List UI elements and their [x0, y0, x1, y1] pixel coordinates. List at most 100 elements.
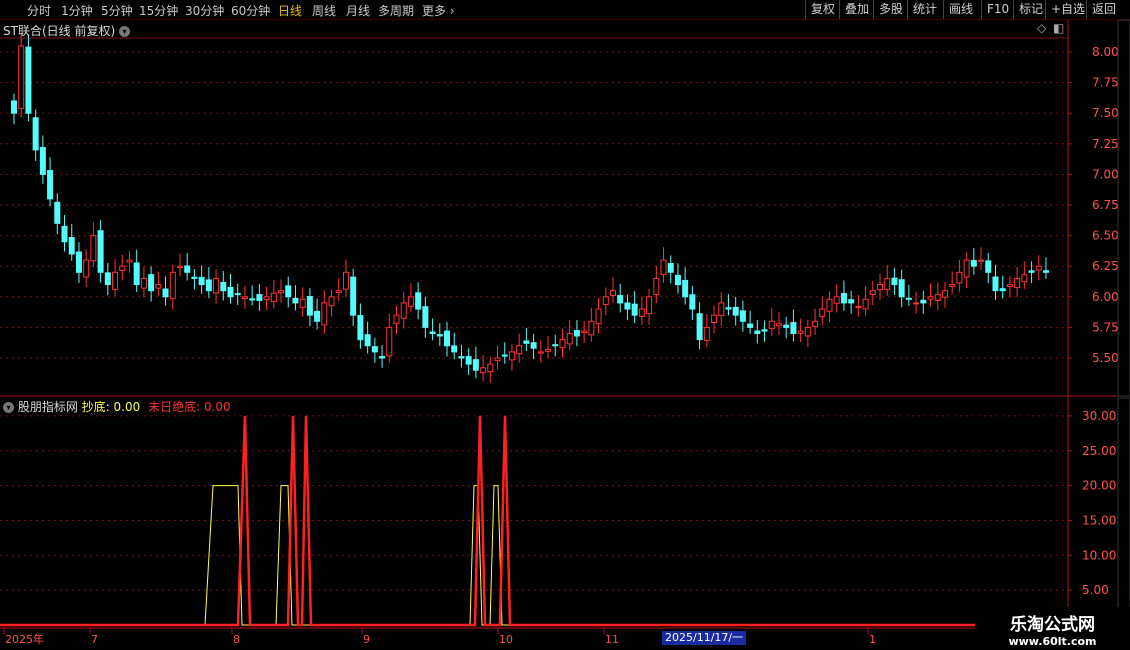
- candle-body: [638, 308, 645, 317]
- candle-body: [516, 345, 523, 355]
- date-tick-label: 10: [499, 633, 513, 646]
- candle-body: [436, 334, 443, 337]
- candle-body: [927, 296, 934, 300]
- candle-body: [1035, 265, 1042, 271]
- candle-body: [39, 147, 46, 175]
- candle-body: [768, 320, 775, 329]
- candle-body: [660, 259, 667, 275]
- candle-body: [537, 351, 544, 354]
- candle-body: [970, 260, 977, 267]
- candle-body: [1028, 270, 1035, 273]
- candle-body: [963, 259, 970, 278]
- side-panel: [1117, 19, 1130, 397]
- candle-body: [342, 271, 349, 290]
- candle-body: [112, 271, 119, 290]
- candle-body: [292, 297, 299, 304]
- candle-body: [739, 310, 746, 322]
- chevron-down-icon[interactable]: ▾: [118, 26, 130, 37]
- date-tick-label: 1: [869, 633, 876, 646]
- candle-body: [25, 46, 32, 114]
- candle-body: [83, 259, 90, 278]
- price-tick-label: 5.75: [1092, 320, 1119, 334]
- price-tick-label: 7.00: [1092, 167, 1119, 181]
- candle-body: [364, 334, 371, 347]
- candle-body: [913, 302, 920, 305]
- candle-body: [429, 331, 436, 335]
- candle-body: [999, 288, 1006, 292]
- candle-body: [674, 274, 681, 286]
- candle-body: [696, 313, 703, 341]
- candle-body: [400, 302, 407, 319]
- price-tick-label: 5.50: [1092, 351, 1119, 365]
- candle-body: [934, 293, 941, 301]
- date-tick-label: 8: [233, 633, 240, 646]
- candle-body: [588, 320, 595, 336]
- indicator-tick-label: 10.00: [1082, 548, 1116, 562]
- indicator-tick-label: 15.00: [1082, 513, 1116, 527]
- candle-body: [133, 262, 140, 286]
- candle-body: [1043, 270, 1049, 273]
- candle-body: [631, 303, 638, 316]
- price-tick-label: 8.00: [1092, 45, 1119, 59]
- candle-body: [415, 292, 422, 310]
- candle-body: [682, 279, 689, 298]
- candle-body: [826, 298, 833, 312]
- line1-value: 0.00: [113, 400, 141, 414]
- watermark-url: www.60lt.com: [1008, 635, 1097, 648]
- candle-body: [819, 308, 826, 318]
- candle-body: [285, 285, 292, 298]
- candle-body: [884, 277, 891, 290]
- candle-body: [992, 276, 999, 292]
- candle-body: [162, 288, 169, 298]
- watermark-title: 乐淘公式网: [1010, 615, 1095, 635]
- candle-body: [140, 277, 147, 289]
- candle-body: [725, 307, 732, 310]
- candle-body: [176, 265, 183, 268]
- candle-body: [18, 45, 25, 109]
- candle-body: [840, 293, 847, 304]
- candle-body: [804, 326, 811, 337]
- candle-body: [148, 274, 155, 292]
- kline-chart[interactable]: 8.00 7.75 7.50 7.25 7.00 6.75 6.50 6.25 6.00 5.75…: [0, 0, 1130, 650]
- price-tick-label: 7.50: [1092, 106, 1119, 120]
- candle-body: [256, 294, 263, 301]
- candle-body: [891, 277, 898, 286]
- candle-body: [371, 346, 378, 353]
- candle-body: [465, 356, 472, 365]
- candle-body: [747, 323, 754, 328]
- candle-body: [581, 330, 588, 333]
- candle-body: [227, 286, 234, 298]
- diamond-icon[interactable]: ◇: [1037, 21, 1046, 35]
- candle-body: [480, 367, 487, 374]
- panel-icon[interactable]: ◧: [1053, 21, 1064, 35]
- candle-body: [718, 302, 725, 317]
- candle-body: [494, 357, 501, 362]
- candle-body: [775, 323, 782, 327]
- candle-body: [609, 290, 616, 296]
- candle-body: [783, 324, 790, 328]
- candle-body: [472, 359, 479, 371]
- candle-body: [877, 284, 884, 291]
- candle-body: [97, 230, 104, 273]
- candle-body: [508, 351, 515, 361]
- chevron-down-icon[interactable]: ▾: [3, 402, 14, 413]
- price-tick-label: 7.25: [1092, 137, 1119, 151]
- candle-body: [234, 293, 241, 296]
- candle-body: [335, 290, 342, 293]
- candle-body: [667, 262, 674, 273]
- candle-body: [458, 356, 465, 359]
- price-tick-label: 7.75: [1092, 76, 1119, 90]
- candle-body: [978, 259, 985, 262]
- main-title: ST联合(日线 前复权): [3, 24, 116, 38]
- candle-body: [754, 330, 761, 335]
- candle-body: [32, 117, 39, 151]
- candle-body: [898, 279, 905, 298]
- line2-value: 0.00: [203, 400, 231, 414]
- candle-body: [169, 271, 176, 299]
- candle-body: [1006, 284, 1013, 288]
- candle-body: [263, 296, 270, 301]
- candle-body: [941, 290, 948, 298]
- indicator-tick-label: 30.00: [1082, 409, 1116, 423]
- price-tick-label: 6.75: [1092, 198, 1119, 212]
- indicator-tick-label: 5.00: [1082, 583, 1109, 597]
